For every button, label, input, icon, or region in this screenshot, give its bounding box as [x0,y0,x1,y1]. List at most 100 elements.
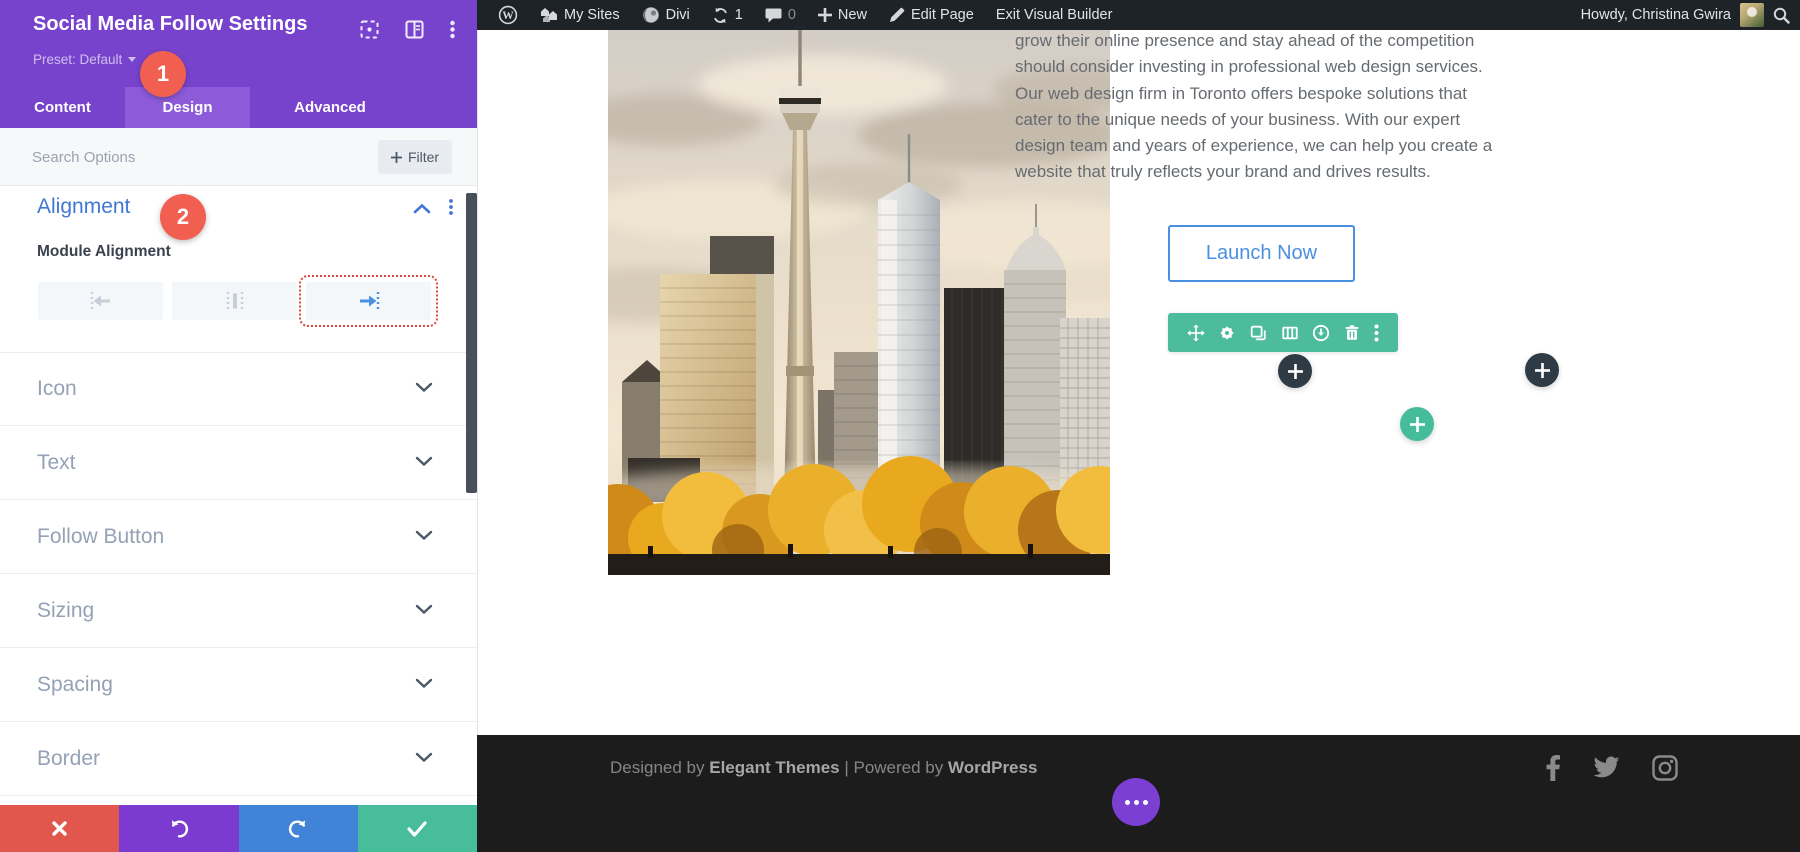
update-icon [712,7,729,24]
chevron-down-icon [415,602,433,620]
section-sizing[interactable]: Sizing [0,575,477,648]
tab-design[interactable]: Design [125,87,250,128]
plus-icon [1410,417,1425,432]
section-spacing[interactable]: Spacing [0,649,477,722]
section-border[interactable]: Border [0,723,477,796]
chevron-down-icon [128,57,136,62]
paragraph-line: cater to the unique needs of your busine… [1015,107,1495,133]
plus-icon [818,8,832,22]
alignment-section-title[interactable]: Alignment [37,195,130,219]
footer-credits: Designed by Elegant Themes | Powered by … [610,758,1037,778]
trash-icon[interactable] [1343,324,1361,342]
add-module-button[interactable] [1278,354,1312,388]
module-toolbar [1168,313,1398,352]
move-icon[interactable] [1187,324,1205,342]
settings-panel-header: Social Media Follow Settings Preset: Def… [0,0,477,128]
preset-label: Preset: Default [33,52,122,67]
pencil-icon [889,7,905,23]
chevron-down-icon [415,528,433,546]
preset-selector[interactable]: Preset: Default [33,52,136,67]
split-view-icon[interactable] [405,20,424,44]
wp-logo-menu[interactable]: W [487,0,529,30]
filter-button[interactable]: Filter [378,140,452,174]
facebook-icon[interactable] [1546,755,1560,781]
undo-button[interactable] [119,805,238,852]
search-options-row: Filter [0,128,477,186]
cancel-button[interactable] [0,805,119,852]
howdy-account-menu[interactable]: Howdy, Christina Gwira [1581,7,1731,23]
settings-tabs: Content Design Advanced [0,87,477,128]
my-sites-menu[interactable]: My Sites [529,0,631,30]
page-settings-toggle-button[interactable] [1112,778,1160,826]
redo-icon [287,818,309,840]
paragraph-line: website that truly reflects your brand a… [1015,159,1495,185]
step-badge-1: 1 [140,51,186,97]
more-icon[interactable] [1374,324,1379,342]
save-to-library-icon[interactable] [1312,324,1330,342]
chevron-down-icon [415,676,433,694]
site-footer: Designed by Elegant Themes | Powered by … [477,735,1800,852]
instagram-icon[interactable] [1652,755,1678,781]
more-options-icon[interactable] [450,20,455,44]
tab-advanced[interactable]: Advanced [250,87,410,128]
section-follow-button[interactable]: Follow Button [0,501,477,574]
comments-icon [765,8,782,23]
panel-scrollbar[interactable] [466,193,477,493]
align-center-button[interactable] [172,282,297,320]
align-left-button[interactable] [38,282,163,320]
body-paragraph: grow their online presence and stay ahea… [1015,28,1495,186]
duplicate-icon[interactable] [1249,324,1267,342]
align-center-icon [215,290,255,312]
add-module-button[interactable] [1525,353,1559,387]
footer-social-icons [1546,755,1678,781]
section-menu-icon[interactable] [449,199,453,220]
settings-panel: Social Media Follow Settings Preset: Def… [0,0,477,852]
step-badge-2: 2 [160,194,206,240]
elegant-themes-link[interactable]: Elegant Themes [709,758,839,777]
divi-visual-builder: Social Media Follow Settings Preset: Def… [0,0,1800,852]
page-canvas: grow their online presence and stay ahea… [478,30,1800,735]
comments-menu[interactable]: 0 [754,0,807,30]
paragraph-line: Our web design firm in Toronto offers be… [1015,81,1495,107]
module-alignment-label: Module Alignment [37,243,171,261]
undo-icon [168,818,190,840]
panel-action-bar [0,805,477,852]
plus-icon [1535,363,1550,378]
chevron-down-icon [415,380,433,398]
search-icon[interactable] [1773,7,1790,24]
paragraph-line: grow their online presence and stay ahea… [1015,28,1495,54]
add-row-button[interactable] [1400,407,1434,441]
check-icon [407,821,427,837]
columns-icon[interactable] [1281,324,1299,342]
section-icon[interactable]: Icon [0,353,477,426]
twitter-icon[interactable] [1592,756,1620,780]
search-options-input[interactable] [32,142,332,172]
align-left-icon [81,290,121,312]
panel-title: Social Media Follow Settings [33,13,307,36]
close-icon [51,820,68,837]
collapse-chevron-up-icon[interactable] [413,201,431,219]
save-button[interactable] [358,805,477,852]
chevron-down-icon [415,750,433,768]
wordpress-link[interactable]: WordPress [948,758,1037,777]
section-text[interactable]: Text [0,427,477,500]
launch-now-button[interactable]: Launch Now [1168,225,1355,282]
wp-admin-bar: W My Sites Divi 1 0 New [477,0,1800,30]
new-content-menu[interactable]: New [807,0,878,30]
settings-gear-icon[interactable] [1218,324,1236,342]
paragraph-line: design team and years of experience, we … [1015,133,1495,159]
exit-visual-builder[interactable]: Exit Visual Builder [985,0,1124,30]
tab-content[interactable]: Content [0,87,125,128]
avatar[interactable] [1740,3,1764,27]
expand-modal-icon[interactable] [360,20,379,44]
my-sites-icon [540,7,558,23]
svg-text:W: W [502,10,514,22]
alignment-section: Alignment Module Alignment [0,186,477,353]
updates-menu[interactable]: 1 [701,0,754,30]
chevron-down-icon [415,454,433,472]
plus-icon [391,152,402,163]
align-right-button[interactable] [306,282,431,320]
divi-menu[interactable]: Divi [631,0,701,30]
edit-page-menu[interactable]: Edit Page [878,0,985,30]
redo-button[interactable] [239,805,358,852]
